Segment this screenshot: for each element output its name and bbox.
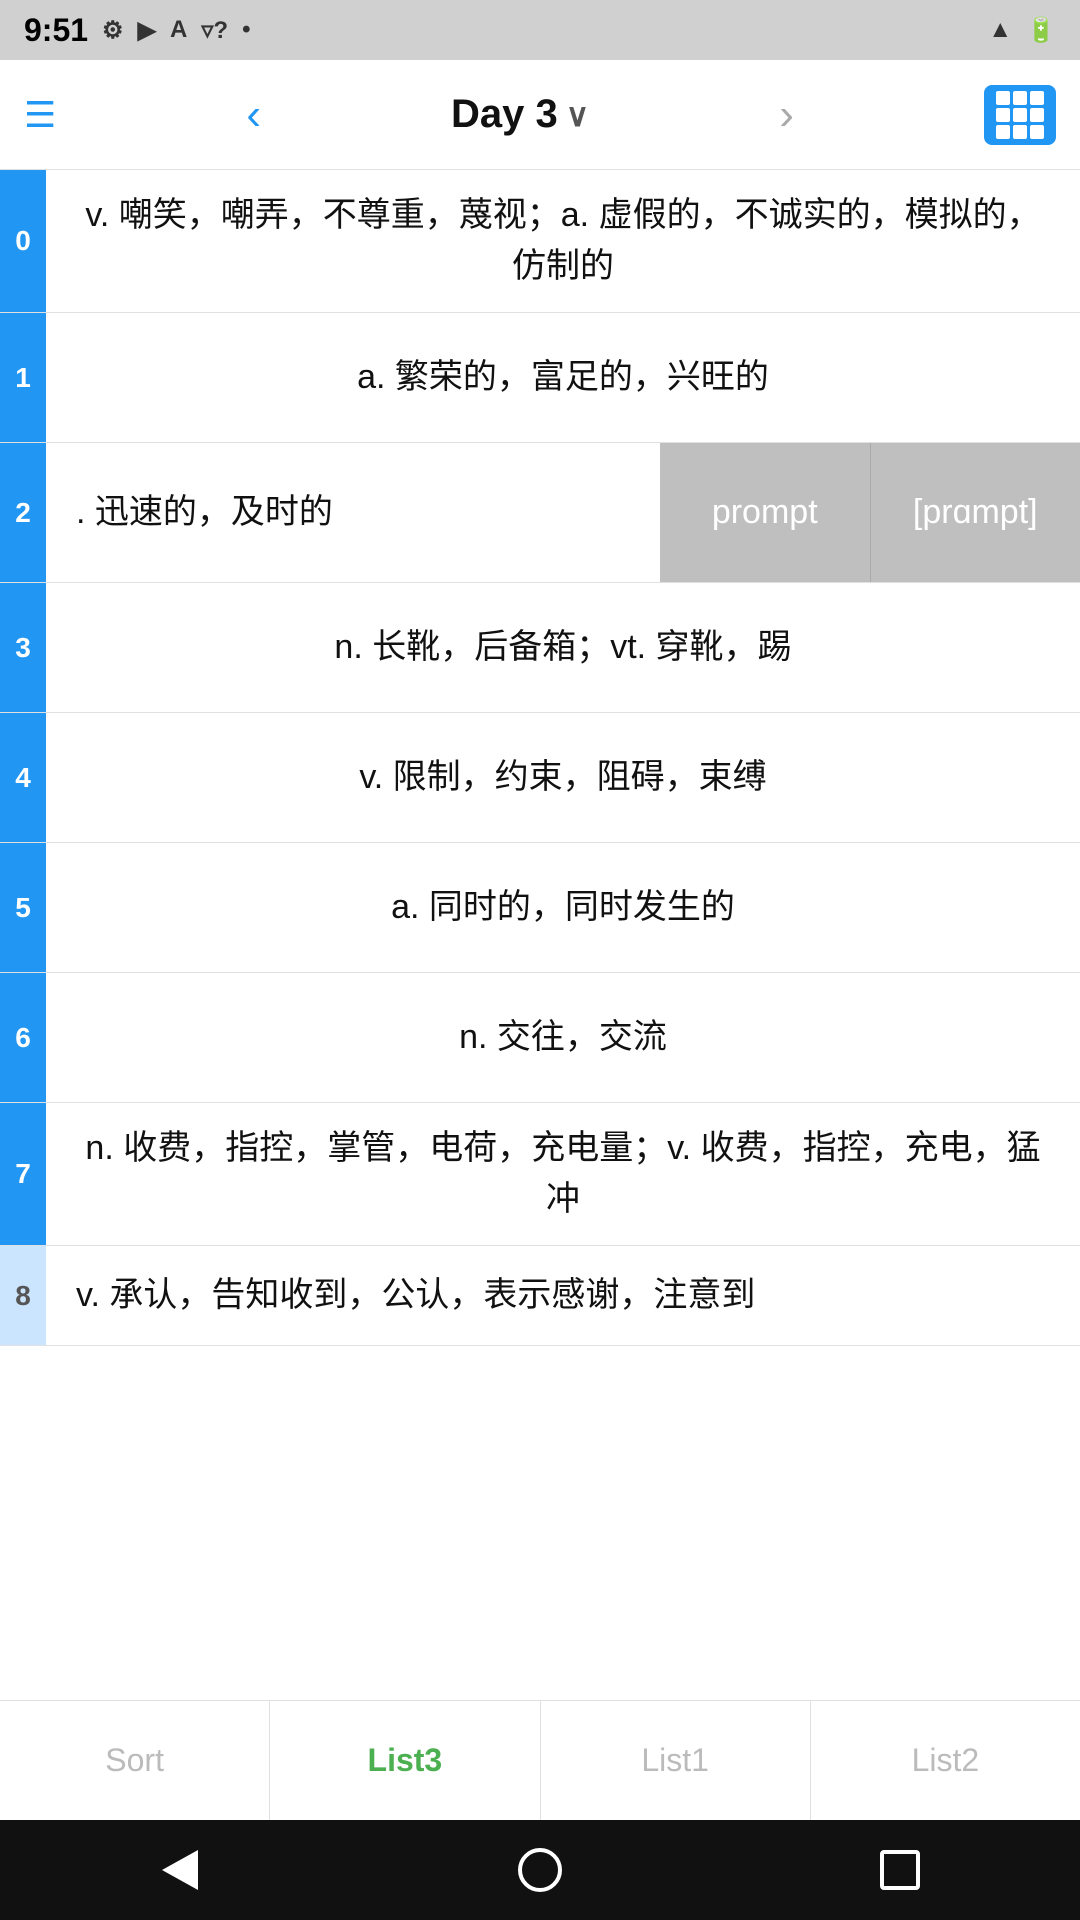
row-index-4: 4 — [0, 713, 46, 842]
status-bar: 9:51 ⚙ ▶ A ▿? • ▲ 🔋 — [0, 0, 1080, 60]
popup-word[interactable]: prompt — [660, 443, 871, 582]
dot-icon: • — [242, 16, 250, 44]
tab-bar: Sort List3 List1 List2 — [0, 1700, 1080, 1820]
tab-sort[interactable]: Sort — [0, 1701, 270, 1820]
row-index-7: 7 — [0, 1103, 46, 1245]
nav-bar — [0, 1820, 1080, 1920]
row-index-6: 6 — [0, 973, 46, 1102]
row-definition-0: v. 嘲笑，嘲弄，不尊重，蔑视；a. 虚假的，不诚实的，模拟的，仿制的 — [46, 170, 1080, 312]
tab-list1[interactable]: List1 — [541, 1701, 811, 1820]
popup-overlay-2: prompt [prɑmpt] — [660, 443, 1080, 582]
vocab-row-3[interactable]: 3 n. 长靴，后备箱；vt. 穿靴，踢 — [0, 583, 1080, 713]
vocab-row-8[interactable]: 8 v. 承认，告知收到，公认，表示感谢，注意到 — [0, 1246, 1080, 1346]
signal-icon: ▲ — [988, 16, 1012, 44]
gear-icon: ⚙ — [102, 16, 124, 45]
nav-home-icon — [518, 1848, 562, 1892]
row-index-3: 3 — [0, 583, 46, 712]
nav-back-icon — [162, 1850, 198, 1890]
vocab-row-2[interactable]: 2 . 迅速的，及时的 prompt [prɑmpt] — [0, 443, 1080, 583]
row-definition-8: v. 承认，告知收到，公认，表示感谢，注意到 — [46, 1246, 1080, 1345]
row-definition-3: n. 长靴，后备箱；vt. 穿靴，踢 — [46, 583, 1080, 712]
row-index-2: 2 — [0, 443, 46, 582]
vocab-row-6[interactable]: 6 n. 交往，交流 — [0, 973, 1080, 1103]
vocab-row-4[interactable]: 4 v. 限制，约束，阻碍，束缚 — [0, 713, 1080, 843]
tab-list2-label: List2 — [912, 1742, 980, 1779]
vocab-row-5[interactable]: 5 a. 同时的，同时发生的 — [0, 843, 1080, 973]
battery-icon: 🔋 — [1026, 16, 1056, 45]
row-index-8: 8 — [0, 1246, 46, 1345]
tab-list1-label: List1 — [641, 1742, 709, 1779]
nav-recents-button[interactable] — [870, 1840, 930, 1900]
vocab-row-1[interactable]: 1 a. 繁荣的，富足的，兴旺的 — [0, 313, 1080, 443]
menu-button[interactable]: ☰ — [24, 94, 56, 136]
back-button[interactable]: ‹ — [246, 90, 261, 140]
row-definition-1: a. 繁荣的，富足的，兴旺的 — [46, 313, 1080, 442]
vocab-row-0[interactable]: 0 v. 嘲笑，嘲弄，不尊重，蔑视；a. 虚假的，不诚实的，模拟的，仿制的 — [0, 170, 1080, 313]
nav-recents-icon — [880, 1850, 920, 1890]
nav-home-button[interactable] — [510, 1840, 570, 1900]
nav-back-button[interactable] — [150, 1840, 210, 1900]
row-index-5: 5 — [0, 843, 46, 972]
status-time: 9:51 — [24, 12, 88, 49]
day-title-text: Day 3 — [451, 92, 558, 137]
row-definition-5: a. 同时的，同时发生的 — [46, 843, 1080, 972]
day-title[interactable]: Day 3 ∨ — [451, 92, 589, 137]
wifi-icon: ▿? — [201, 16, 228, 45]
tab-list3-label: List3 — [368, 1742, 443, 1779]
row-definition-7: n. 收费，指控，掌管，电荷，充电量；v. 收费，指控，充电，猛冲 — [46, 1103, 1080, 1245]
chevron-down-icon: ∨ — [566, 96, 589, 134]
row-index-0: 0 — [0, 170, 46, 312]
font-icon: A — [170, 16, 187, 44]
play-icon: ▶ — [138, 16, 156, 45]
vocab-list: 0 v. 嘲笑，嘲弄，不尊重，蔑视；a. 虚假的，不诚实的，模拟的，仿制的 1 … — [0, 170, 1080, 1700]
row-definition-6: n. 交往，交流 — [46, 973, 1080, 1102]
next-button[interactable]: › — [779, 90, 794, 140]
tab-sort-label: Sort — [105, 1742, 164, 1779]
tab-list3[interactable]: List3 — [270, 1701, 540, 1820]
vocab-row-7[interactable]: 7 n. 收费，指控，掌管，电荷，充电量；v. 收费，指控，充电，猛冲 — [0, 1103, 1080, 1246]
row-definition-4: v. 限制，约束，阻碍，束缚 — [46, 713, 1080, 842]
grid-icon — [996, 91, 1044, 139]
row-index-1: 1 — [0, 313, 46, 442]
tab-list2[interactable]: List2 — [811, 1701, 1080, 1820]
app-bar: ☰ ‹ Day 3 ∨ › — [0, 60, 1080, 170]
grid-view-button[interactable] — [984, 85, 1056, 145]
popup-phonetic[interactable]: [prɑmpt] — [871, 443, 1080, 582]
